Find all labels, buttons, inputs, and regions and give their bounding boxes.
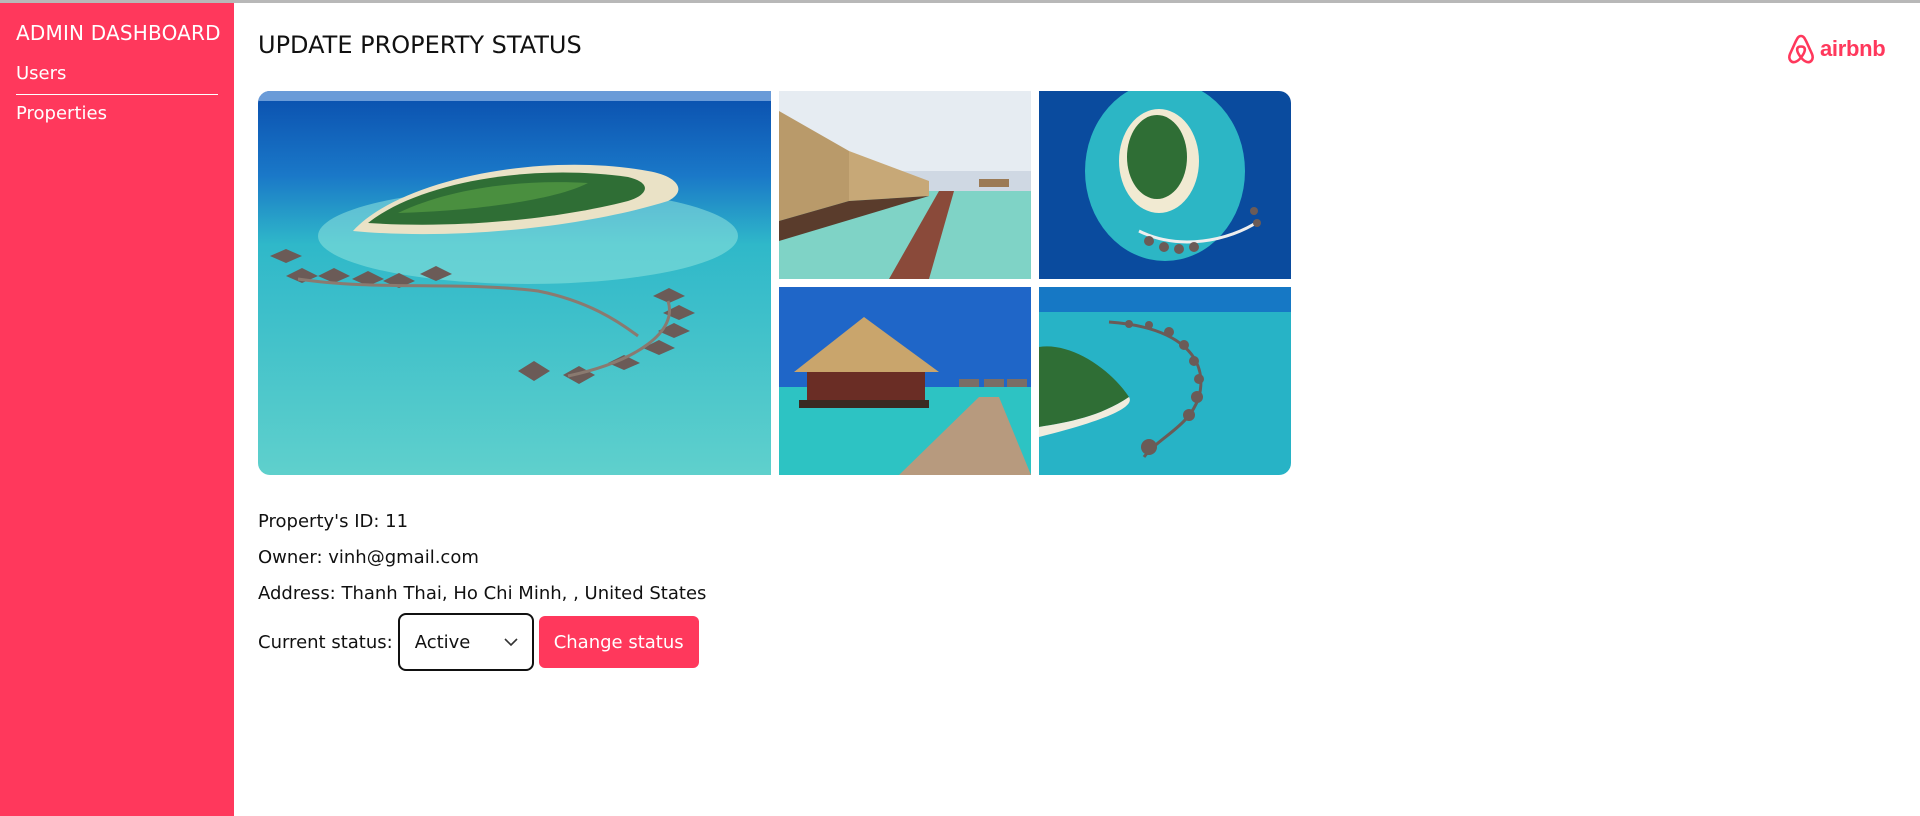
chevron-down-icon (504, 637, 518, 646)
photo-gallery (258, 91, 1293, 475)
island-resort-aerial-photo (258, 91, 771, 475)
page-title: UPDATE PROPERTY STATUS (258, 31, 582, 59)
gallery-photo-main[interactable] (258, 91, 771, 475)
airbnb-logo[interactable]: airbnb (1786, 33, 1886, 65)
property-address: Address: Thanh Thai, Ho Chi Minh, , Unit… (258, 583, 707, 604)
round-island-aerial-photo (1039, 91, 1291, 279)
status-label: Current status: (258, 631, 393, 653)
status-select-value: Active (414, 631, 471, 653)
curved-villas-aerial-photo (1039, 287, 1291, 475)
status-row: Current status: Active Change status (258, 612, 699, 672)
logo-text: airbnb (1820, 36, 1886, 61)
boardwalk-huts-photo (779, 91, 1031, 279)
gallery-photo-2[interactable] (779, 91, 1031, 279)
property-owner: Owner: vinh@gmail.com (258, 547, 479, 568)
status-select[interactable]: Active (397, 613, 534, 671)
change-status-button[interactable]: Change status (538, 616, 699, 668)
airbnb-belo-icon (1788, 34, 1814, 64)
gallery-photo-5[interactable] (1039, 287, 1291, 475)
gallery-photo-3[interactable] (1039, 91, 1291, 279)
main-content: UPDATE PROPERTY STATUS airbnb Property's… (234, 3, 1920, 816)
sidebar: ADMIN DASHBOARD Users Properties (0, 3, 234, 816)
thatched-hut-pier-photo (779, 287, 1031, 475)
sidebar-item-users[interactable]: Users (16, 63, 218, 95)
sidebar-item-properties[interactable]: Properties (16, 103, 218, 125)
property-id: Property's ID: 11 (258, 511, 409, 532)
sidebar-title: ADMIN DASHBOARD (16, 21, 221, 45)
gallery-photo-4[interactable] (779, 287, 1031, 475)
